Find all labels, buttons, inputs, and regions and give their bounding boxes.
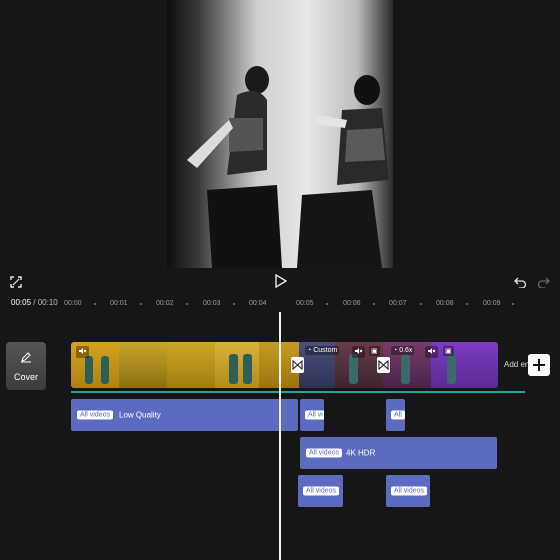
clip-figure bbox=[85, 356, 93, 384]
ruler-label: 00:06 bbox=[343, 300, 361, 307]
clip-thumbnail bbox=[431, 342, 498, 388]
ruler-label: 00:00 bbox=[64, 300, 82, 307]
mute-icon[interactable] bbox=[76, 346, 89, 358]
redo-icon[interactable] bbox=[537, 275, 550, 289]
video-frame[interactable] bbox=[167, 0, 393, 268]
cover-button[interactable]: Cover bbox=[6, 342, 46, 390]
time-separator: / bbox=[31, 298, 38, 307]
replace-icon[interactable]: ▣ bbox=[369, 346, 380, 356]
effect-clip[interactable]: All vi bbox=[300, 399, 324, 431]
segment-speed-custom[interactable]: ◔ Custom bbox=[305, 346, 340, 355]
clip-figure bbox=[447, 354, 456, 384]
effect-clip[interactable]: All videos bbox=[386, 475, 430, 507]
effect-clip[interactable]: All videos bbox=[298, 475, 343, 507]
cover-label: Cover bbox=[13, 372, 38, 382]
ruler-tick bbox=[420, 303, 422, 305]
effect-tag: All bbox=[391, 410, 405, 420]
replace-icon[interactable]: ▣ bbox=[443, 346, 454, 356]
add-clip-button[interactable] bbox=[528, 354, 550, 376]
transition-icon[interactable] bbox=[291, 357, 304, 373]
clip-figure bbox=[101, 356, 109, 384]
speed-label: Custom bbox=[313, 347, 338, 354]
ruler-label: 00:02 bbox=[156, 300, 174, 307]
ruler-tick bbox=[94, 303, 96, 305]
effect-label: 4K HDR bbox=[346, 448, 376, 458]
speed-icon: ◔ bbox=[307, 347, 312, 354]
clip-figure bbox=[401, 354, 410, 384]
effect-tag: All vi bbox=[305, 410, 324, 420]
ruler-label: 00:01 bbox=[110, 300, 128, 307]
effect-tag: All videos bbox=[303, 486, 339, 496]
ruler-tick bbox=[466, 303, 468, 305]
fullscreen-icon[interactable] bbox=[10, 275, 22, 288]
clip-thumbnail bbox=[167, 342, 215, 388]
clip-figure bbox=[229, 354, 238, 384]
ruler-label: 00:07 bbox=[389, 300, 407, 307]
ruler-label: 00:05 bbox=[296, 300, 314, 307]
ruler-tick bbox=[233, 303, 235, 305]
track-baseline bbox=[71, 391, 525, 393]
ruler-label: 00:04 bbox=[249, 300, 267, 307]
speed-icon: ◔ bbox=[393, 347, 398, 354]
effect-clip[interactable]: All bbox=[386, 399, 405, 431]
effect-clip[interactable]: All videos 4K HDR bbox=[300, 437, 497, 469]
ruler-tick bbox=[326, 303, 328, 305]
undo-icon[interactable] bbox=[514, 275, 527, 289]
effect-label: Low Quality bbox=[119, 410, 161, 420]
edit-icon bbox=[20, 350, 32, 363]
add-icon bbox=[533, 359, 545, 371]
clip-figure bbox=[243, 354, 252, 384]
clip-figure bbox=[349, 354, 358, 384]
playhead[interactable] bbox=[279, 312, 281, 560]
effect-tag: All videos bbox=[77, 410, 113, 420]
main-video-track[interactable]: ◔ Custom ▣ ◔ 0.6x ▣ bbox=[71, 342, 498, 388]
total-time: 00:10 bbox=[37, 298, 58, 307]
effect-clip[interactable]: All videos Low Quality bbox=[71, 399, 298, 431]
ruler-label: 00:03 bbox=[203, 300, 221, 307]
current-time: 00:05 bbox=[11, 298, 32, 307]
ruler-label: 00:09 bbox=[483, 300, 501, 307]
transition-icon[interactable] bbox=[377, 357, 390, 373]
mute-icon[interactable] bbox=[352, 346, 365, 358]
ruler-tick bbox=[140, 303, 142, 305]
play-icon[interactable] bbox=[274, 273, 288, 289]
segment-speed-0-6x[interactable]: ◔ 0.6x bbox=[391, 346, 415, 355]
ruler-tick bbox=[373, 303, 375, 305]
effect-tag: All videos bbox=[391, 486, 427, 496]
time-display: 00:05 / 00:10 bbox=[11, 298, 58, 307]
video-dancers-image bbox=[187, 66, 389, 268]
ruler-tick bbox=[186, 303, 188, 305]
mute-icon[interactable] bbox=[425, 346, 438, 358]
speed-label: 0.6x bbox=[399, 347, 413, 354]
effect-tag: All videos bbox=[306, 448, 342, 458]
ruler-label: 00:08 bbox=[436, 300, 454, 307]
ruler-tick bbox=[512, 303, 514, 305]
clip-thumbnail bbox=[119, 342, 167, 388]
